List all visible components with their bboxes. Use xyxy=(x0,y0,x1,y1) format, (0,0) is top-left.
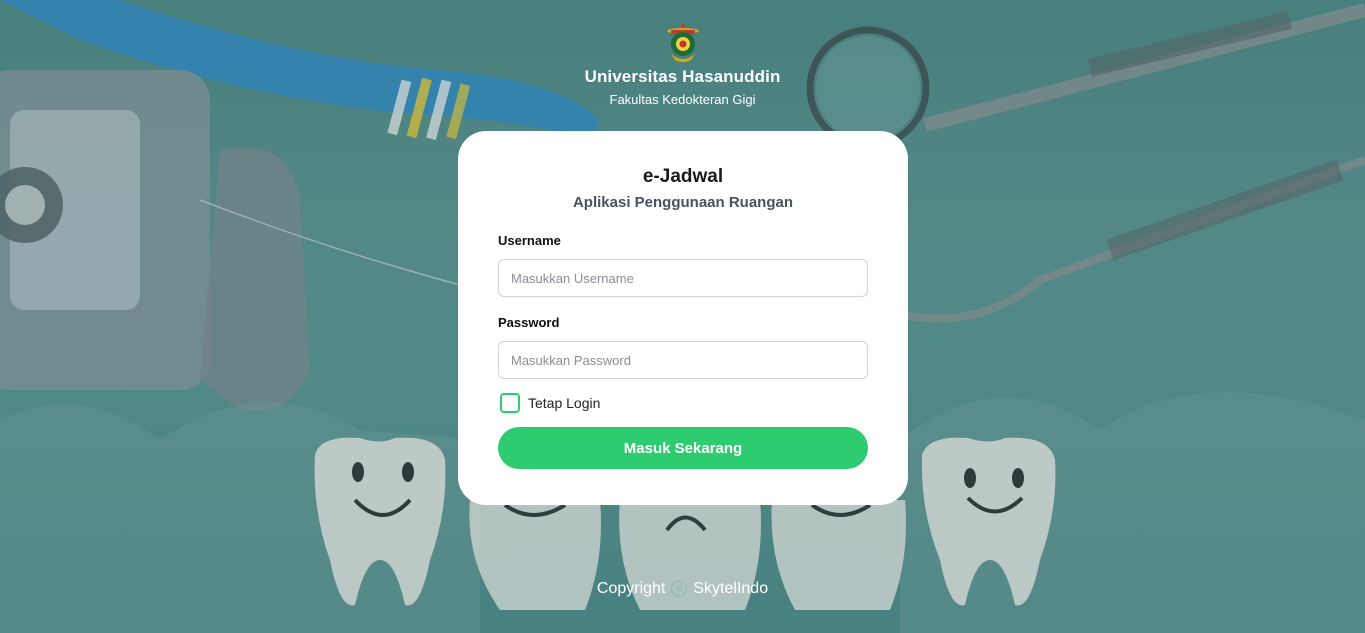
login-submit-button[interactable]: Masuk Sekarang xyxy=(498,427,868,469)
app-subtitle: Aplikasi Penggunaan Ruangan xyxy=(572,194,794,211)
university-crest-icon xyxy=(666,22,699,62)
login-card: e-Jadwal Aplikasi Penggunaan Ruangan Use… xyxy=(458,131,908,505)
university-name: Universitas Hasanuddin xyxy=(584,67,781,86)
copyright-prefix: Copyright xyxy=(596,580,666,597)
remember-login-label[interactable]: Tetap Login xyxy=(528,395,600,411)
remember-login-checkbox[interactable] xyxy=(500,393,520,413)
copyright-owner: SkytelIndo xyxy=(693,580,769,597)
username-input[interactable] xyxy=(498,259,868,297)
institution-header: Universitas Hasanuddin Fakultas Kedokter… xyxy=(0,20,1365,107)
footer-copyright: Copyright © SkytelIndo xyxy=(0,580,1365,598)
username-label: Username xyxy=(498,233,561,248)
password-input[interactable] xyxy=(498,341,868,379)
app-title: e-Jadwal xyxy=(642,166,724,187)
password-label: Password xyxy=(498,315,560,330)
faculty-name: Fakultas Kedokteran Gigi xyxy=(609,92,756,107)
remember-login-row[interactable]: Tetap Login xyxy=(500,393,868,413)
copyright-icon: © xyxy=(671,580,688,597)
